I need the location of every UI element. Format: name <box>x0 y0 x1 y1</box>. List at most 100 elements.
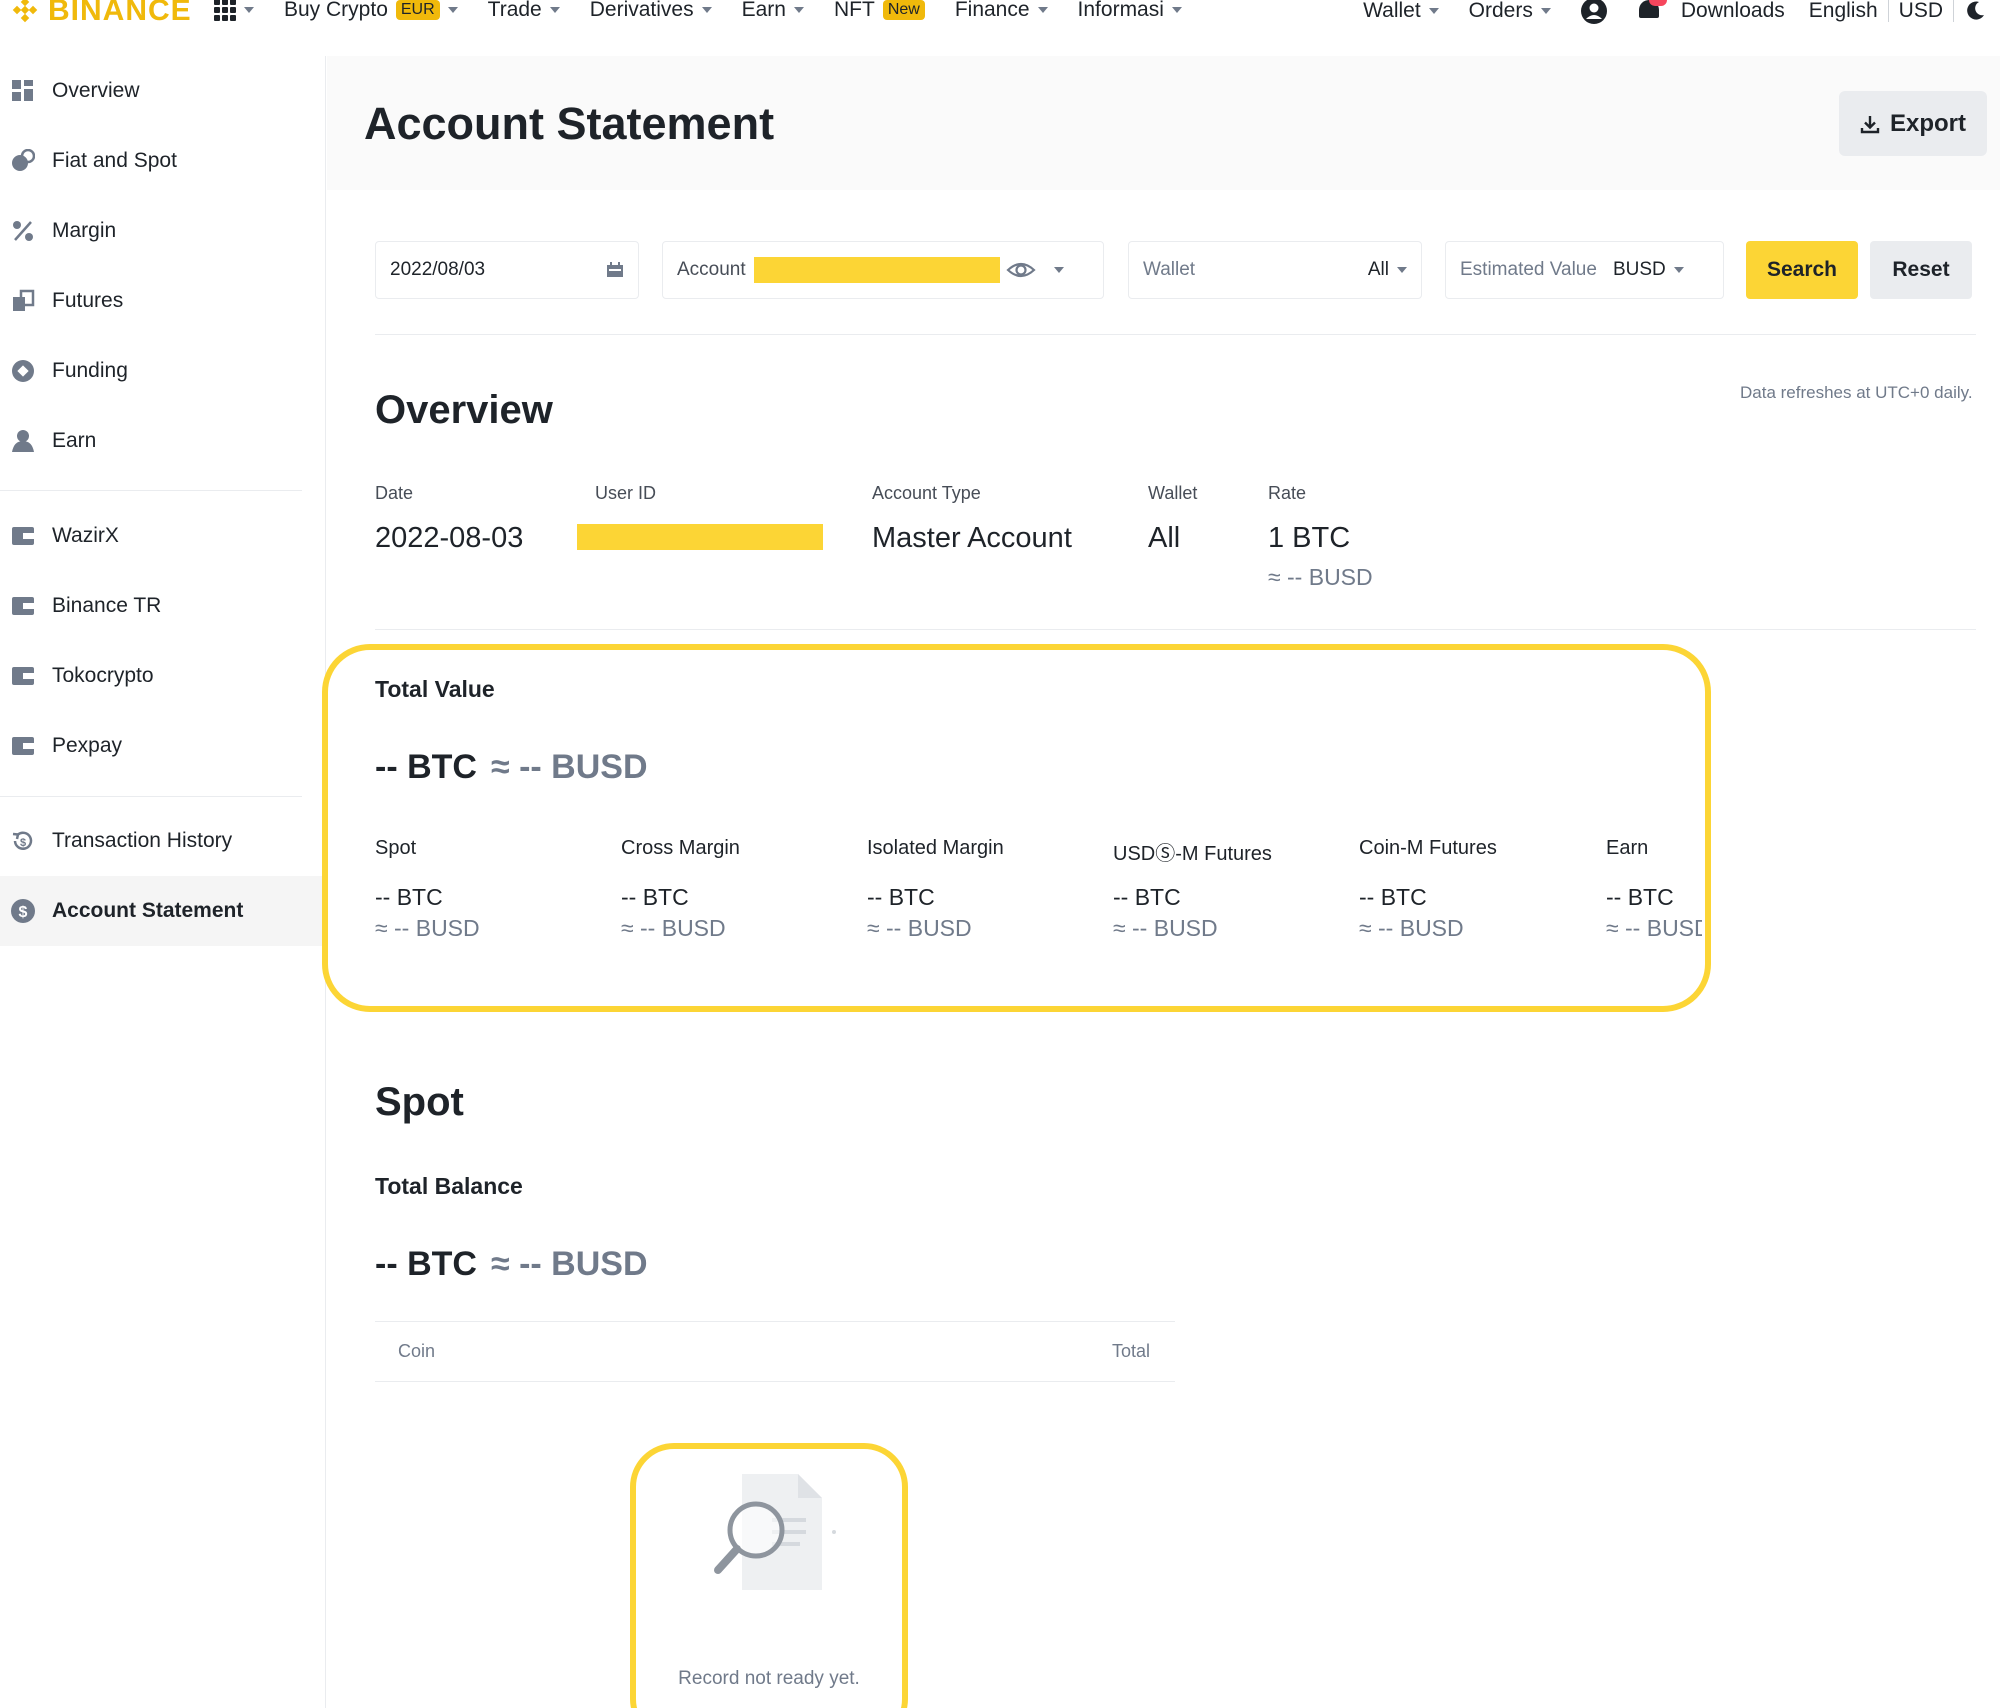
spot-btc: -- BTC <box>375 1245 477 1283</box>
sidebar-item-margin[interactable]: Margin <box>0 196 326 266</box>
earn-icon <box>10 428 36 454</box>
account-busd-isolated-margin: ≈ -- BUSD <box>867 915 972 941</box>
futures-icon <box>10 288 36 314</box>
account-btc-coinm-futures: -- BTC <box>1359 884 1427 910</box>
sidebar-item-label: Overview <box>52 79 140 102</box>
account-label-earn: Earn <box>1606 837 1649 859</box>
account-btc-isolated-margin: -- BTC <box>867 884 935 910</box>
sidebar-item-label: Fiat and Spot <box>52 149 177 172</box>
wallet-label: Wallet <box>1143 259 1196 280</box>
empty-state-text: Record not ready yet. <box>678 1668 860 1689</box>
top-navigation: BINANCE Buy Crypto EUR Trade Derivatives… <box>0 0 2000 40</box>
sidebar-item-earn[interactable]: Earn <box>0 406 326 476</box>
chevron-down-icon <box>1053 267 1064 273</box>
currency-selector[interactable]: USD <box>1899 0 1943 23</box>
sidebar-item-pexpay[interactable]: Pexpay <box>0 711 326 781</box>
rate-sub: ≈ -- BUSD <box>1268 564 1373 590</box>
wallet-icon <box>10 663 36 689</box>
chevron-down-icon <box>1037 7 1048 13</box>
nav-label: Buy Crypto <box>284 0 388 21</box>
rate-value: 1 BTC <box>1268 522 1351 554</box>
account-btc-usdm-futures: -- BTC <box>1113 884 1181 910</box>
nav-trade[interactable]: Trade <box>488 0 560 22</box>
sidebar-item-overview[interactable]: Overview <box>0 56 326 126</box>
nav-label: Informasi <box>1077 0 1164 21</box>
brand-name: BINANCE <box>48 0 192 27</box>
eye-icon[interactable] <box>1006 260 1036 280</box>
statement-icon: $ <box>10 898 36 924</box>
profile-button[interactable] <box>1580 0 1607 24</box>
bell-icon <box>1637 0 1667 24</box>
account-label-cross-margin: Cross Margin <box>621 837 740 859</box>
moon-icon <box>1967 1 1984 20</box>
page-title: Account Statement <box>364 98 775 149</box>
sidebar-item-label: WazirX <box>52 524 119 547</box>
sidebar-item-label: Binance TR <box>52 594 162 617</box>
sidebar-item-binance-tr[interactable]: Binance TR <box>0 571 326 641</box>
account-select[interactable]: Account <box>662 241 1104 299</box>
nav-label: Finance <box>954 0 1030 21</box>
nav-downloads[interactable]: Downloads <box>1681 0 1785 23</box>
sidebar-item-account-statement[interactable]: $ Account Statement <box>0 876 326 946</box>
sidebar-item-transaction-history[interactable]: $ Transaction History <box>0 806 326 876</box>
total-busd: ≈ -- BUSD <box>490 748 648 786</box>
nav-orders[interactable]: Orders <box>1469 0 1551 23</box>
divider <box>1953 0 1954 22</box>
sidebar-item-label: Margin <box>52 219 117 242</box>
export-button[interactable]: Export <box>1839 91 1987 156</box>
col-header-coin: Coin <box>398 1341 436 1361</box>
redacted-account <box>753 257 1000 283</box>
date-value: 2022-08-03 <box>375 522 524 554</box>
apps-menu[interactable] <box>214 0 254 21</box>
account-type-label: Account Type <box>872 483 981 503</box>
sidebar-item-label: Tokocrypto <box>52 664 154 687</box>
table-header-border <box>375 1381 1175 1382</box>
notifications-button[interactable] <box>1637 0 1667 24</box>
svg-text:$: $ <box>19 904 28 921</box>
new-badge: New <box>882 0 925 20</box>
search-button[interactable]: Search <box>1746 241 1858 299</box>
reset-button[interactable]: Reset <box>1870 241 1972 299</box>
sidebar-item-futures[interactable]: Futures <box>0 266 326 336</box>
sidebar-item-wazirx[interactable]: WazirX <box>0 501 326 571</box>
sidebar-item-tokocrypto[interactable]: Tokocrypto <box>0 641 326 711</box>
chevron-down-icon <box>1397 267 1407 273</box>
account-label-spot: Spot <box>375 837 417 859</box>
date-picker[interactable]: 2022/08/03 <box>375 241 639 299</box>
sidebar-item-funding[interactable]: Funding <box>0 336 326 406</box>
download-icon <box>1860 115 1880 133</box>
chevron-down-icon <box>1673 267 1684 273</box>
account-btc-cross-margin: -- BTC <box>621 884 689 910</box>
nav-label: Downloads <box>1680 0 1785 22</box>
overview-title: Overview <box>375 388 553 432</box>
divider <box>375 629 1976 630</box>
nav-label: Earn <box>741 0 786 21</box>
wallet-select[interactable]: Wallet All <box>1128 241 1422 299</box>
account-btc-spot: -- BTC <box>375 884 443 910</box>
spot-balance-amount: -- BTC ≈ -- BUSD <box>375 1245 648 1284</box>
chevron-down-icon <box>1171 7 1182 13</box>
redacted-user-id <box>577 524 823 550</box>
spot-title: Spot <box>375 1080 464 1124</box>
language-selector[interactable]: English <box>1809 0 1878 23</box>
chevron-down-icon <box>701 7 712 13</box>
nav-finance[interactable]: Finance <box>955 0 1048 22</box>
userid-label: User ID <box>595 483 657 503</box>
sidebar-divider <box>0 490 302 491</box>
estimated-value-select[interactable]: Estimated Value BUSD <box>1445 241 1724 299</box>
chevron-down-icon <box>1540 8 1551 14</box>
nav-earn[interactable]: Earn <box>742 0 804 22</box>
sidebar: Overview Fiat and Spot Margin Futures Fu… <box>0 56 326 1708</box>
nav-wallet[interactable]: Wallet <box>1363 0 1439 23</box>
nav-nft[interactable]: NFT New <box>834 0 925 22</box>
nav-derivatives[interactable]: Derivatives <box>590 0 712 22</box>
nav-buy-crypto[interactable]: Buy Crypto EUR <box>284 0 458 22</box>
binance-logo[interactable]: BINANCE <box>10 0 192 28</box>
theme-toggle[interactable] <box>1964 0 1986 22</box>
nav-informasi[interactable]: Informasi <box>1078 0 1182 22</box>
nav-label: Trade <box>487 0 542 21</box>
sidebar-item-fiat-and-spot[interactable]: Fiat and Spot <box>0 126 326 196</box>
apps-grid-icon <box>214 0 236 21</box>
fiat-spot-icon <box>10 148 36 174</box>
wallet-value: All <box>1367 259 1389 280</box>
